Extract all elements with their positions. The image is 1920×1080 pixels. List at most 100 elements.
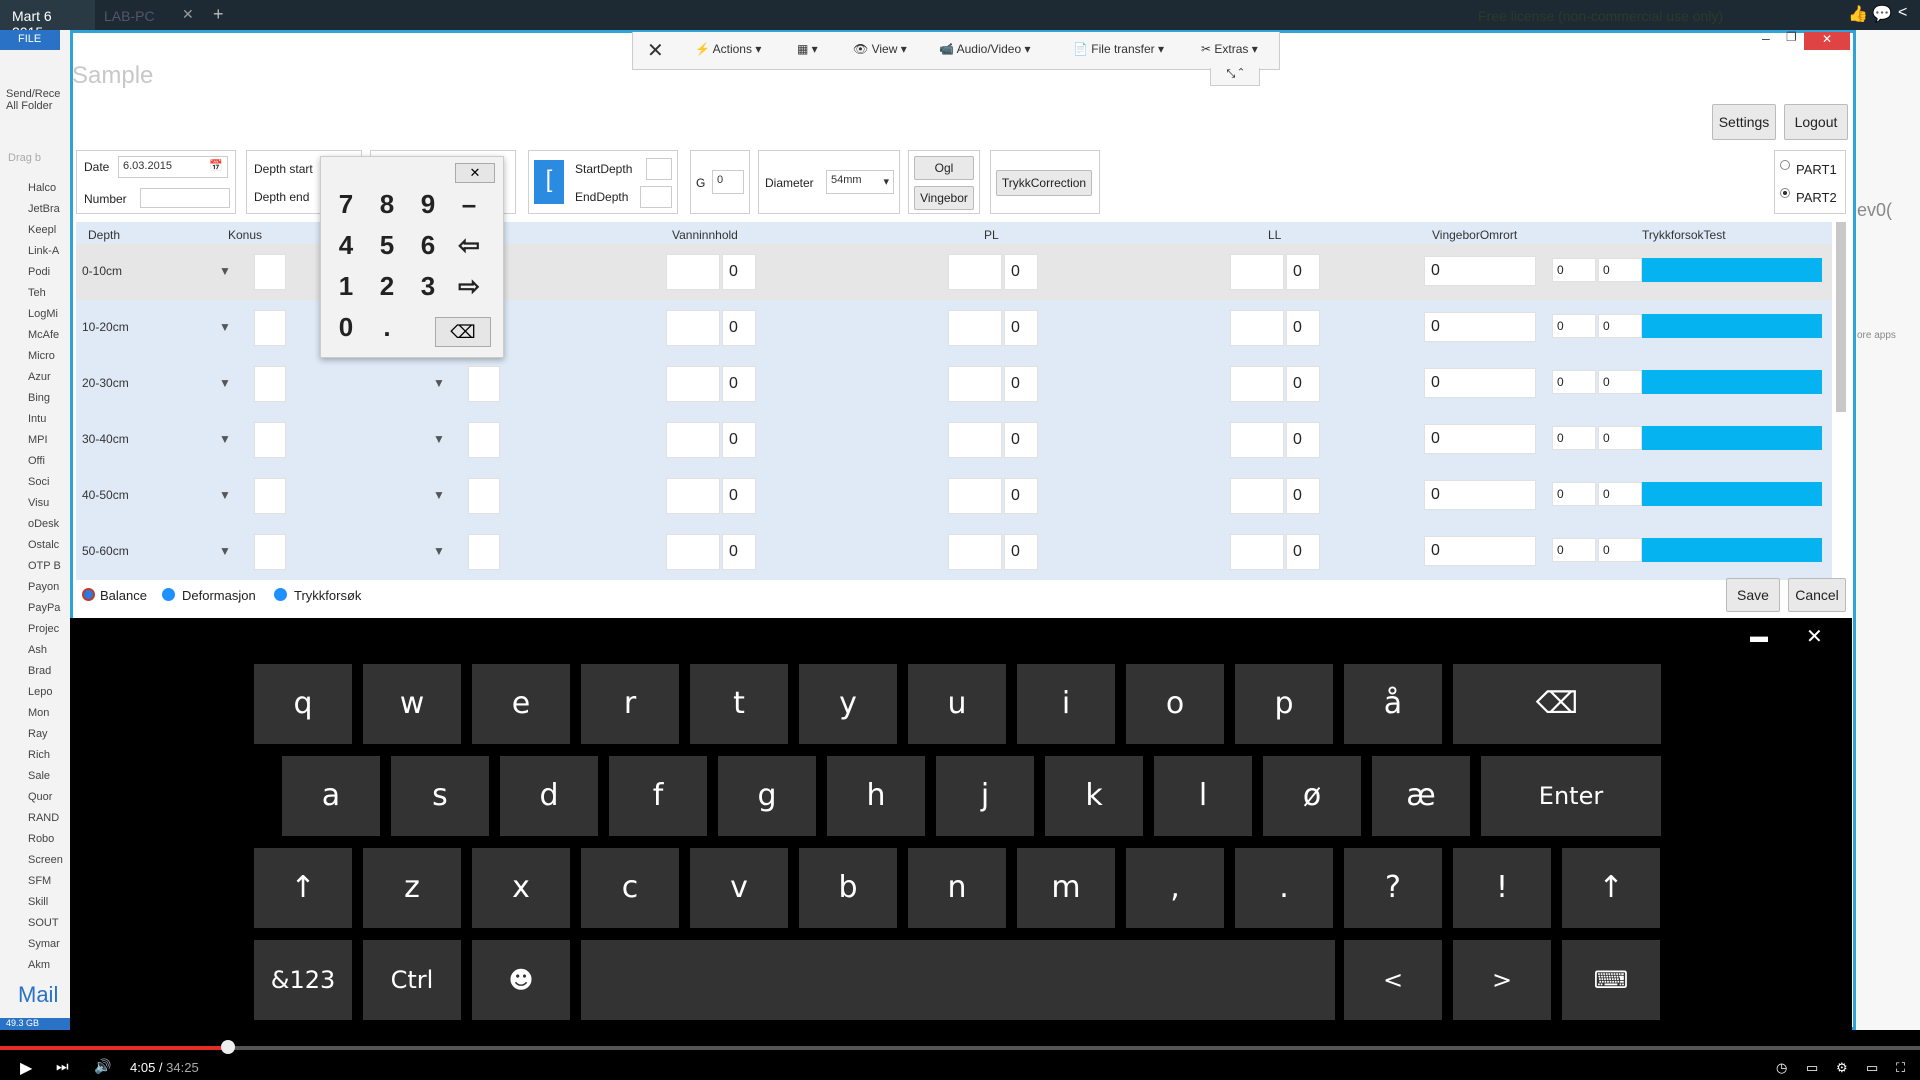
secondary-field[interactable] [468, 422, 500, 458]
key[interactable]: k [1045, 756, 1143, 836]
konus-dropdown[interactable]: ▼ [204, 478, 246, 514]
play-icon[interactable]: ▶ [20, 1058, 32, 1078]
key[interactable]: e [472, 664, 570, 744]
key[interactable]: o [1126, 664, 1224, 744]
next-icon[interactable]: ⏭ [56, 1058, 69, 1075]
start-depth-field[interactable] [646, 158, 672, 180]
folder-item[interactable]: Bing [28, 392, 50, 404]
konus-field[interactable] [254, 422, 286, 458]
ll-value[interactable]: 0 [1286, 422, 1320, 458]
pl-value[interactable]: 0 [1004, 422, 1038, 458]
folder-item[interactable]: Brad [28, 665, 51, 677]
key[interactable]: n [908, 848, 1006, 928]
tab-active[interactable]: Mart 6 2015 [0, 0, 95, 40]
shift-key[interactable]: ↑ [254, 848, 352, 928]
video-progress-knob[interactable] [221, 1040, 235, 1054]
folder-item[interactable]: Intu [28, 413, 46, 425]
share-icon[interactable]: < [1898, 4, 1907, 22]
audio-video-menu[interactable]: 📹 Audio/Video ▾ [939, 42, 1030, 56]
window-close-button[interactable]: ✕ [1804, 32, 1850, 50]
keyboard-layout-key[interactable]: ⌨ [1562, 940, 1660, 1020]
fullscreen-icon[interactable]: ⛶ [1896, 1060, 1905, 1076]
trykk-value-2[interactable]: 0 [1598, 370, 1642, 394]
trykk-value-2[interactable]: 0 [1598, 482, 1642, 506]
numpad-key[interactable]: 1 [329, 269, 363, 303]
key[interactable]: g [718, 756, 816, 836]
new-tab-icon[interactable]: + [213, 4, 224, 25]
folder-item[interactable]: Lepo [28, 686, 52, 698]
key[interactable]: p [1235, 664, 1333, 744]
theater-icon[interactable]: ▭ [1866, 1060, 1878, 1076]
key[interactable]: s [391, 756, 489, 836]
vann-input[interactable] [666, 478, 720, 514]
ll-input[interactable] [1230, 310, 1284, 346]
folder-item[interactable]: Visu [28, 497, 49, 509]
folder-item[interactable]: Quor [28, 791, 52, 803]
vingebor-value[interactable]: 0 [1424, 368, 1536, 398]
vingebor-value[interactable]: 0 [1424, 480, 1536, 510]
numpad-key[interactable]: 9 [411, 187, 445, 221]
legend-dot-deformasjon[interactable] [162, 588, 175, 601]
secondary-dropdown[interactable]: ▼ [418, 478, 460, 514]
folder-item[interactable]: LogMi [28, 308, 58, 320]
logout-button[interactable]: Logout [1784, 104, 1848, 140]
secondary-field[interactable] [468, 534, 500, 570]
key[interactable]: , [1126, 848, 1224, 928]
g-field[interactable]: 0 [712, 170, 744, 194]
vann-value[interactable]: 0 [722, 254, 756, 290]
pl-input[interactable] [948, 254, 1002, 290]
trykk-value-2[interactable]: 0 [1598, 314, 1642, 338]
key[interactable]: m [1017, 848, 1115, 928]
keyboard-close-icon[interactable]: ✕ [1806, 624, 1823, 649]
folder-item[interactable]: Ash [28, 644, 47, 656]
vann-value[interactable]: 0 [722, 422, 756, 458]
extras-menu[interactable]: ✂ Extras ▾ [1201, 42, 1258, 56]
vann-input[interactable] [666, 534, 720, 570]
vann-value[interactable]: 0 [722, 310, 756, 346]
secondary-field[interactable] [468, 478, 500, 514]
file-transfer-menu[interactable]: 📄 File transfer ▾ [1073, 42, 1164, 56]
numpad-key[interactable]: 7 [329, 187, 363, 221]
ll-value[interactable]: 0 [1286, 534, 1320, 570]
pl-input[interactable] [948, 478, 1002, 514]
folder-item[interactable]: Podi [28, 266, 50, 278]
key[interactable]: å [1344, 664, 1442, 744]
mail-label[interactable]: Mail [18, 982, 58, 1008]
trykk-value-1[interactable]: 0 [1552, 258, 1596, 282]
trykk-value-1[interactable]: 0 [1552, 482, 1596, 506]
numpad-key[interactable]: ⇦ [452, 228, 486, 262]
pl-value[interactable]: 0 [1004, 254, 1038, 290]
key[interactable]: ! [1453, 848, 1551, 928]
folder-item[interactable]: Mon [28, 707, 49, 719]
key[interactable]: ø [1263, 756, 1361, 836]
ctrl-key[interactable]: Ctrl [363, 940, 461, 1020]
send-receive-label[interactable]: Send/Rece All Folder [6, 88, 66, 112]
space-key[interactable] [581, 940, 1335, 1020]
trykk-value-2[interactable]: 0 [1598, 538, 1642, 562]
vann-input[interactable] [666, 422, 720, 458]
folder-item[interactable]: Screen [28, 854, 63, 866]
vann-input[interactable] [666, 310, 720, 346]
view-menu[interactable]: 👁 View ▾ [853, 42, 907, 56]
konus-field[interactable] [254, 310, 286, 346]
save-button[interactable]: Save [1726, 578, 1780, 612]
trykk-correction-button[interactable]: TrykkCorrection [996, 170, 1092, 196]
key[interactable]: f [609, 756, 707, 836]
key[interactable]: q [254, 664, 352, 744]
key[interactable]: a [282, 756, 380, 836]
konus-dropdown[interactable]: ▼ [204, 534, 246, 570]
numpad-key[interactable]: . [370, 310, 404, 344]
pl-value[interactable]: 0 [1004, 366, 1038, 402]
numpad-key[interactable]: 3 [411, 269, 445, 303]
key[interactable]: j [936, 756, 1034, 836]
key[interactable]: t [690, 664, 788, 744]
vingebor-value[interactable]: 0 [1424, 424, 1536, 454]
ll-value[interactable]: 0 [1286, 366, 1320, 402]
secondary-dropdown[interactable]: ▼ [418, 366, 460, 402]
enter-key[interactable]: Enter [1481, 756, 1661, 836]
pl-value[interactable]: 0 [1004, 534, 1038, 570]
trykk-value-1[interactable]: 0 [1552, 538, 1596, 562]
cancel-button[interactable]: Cancel [1788, 578, 1846, 612]
vann-value[interactable]: 0 [722, 478, 756, 514]
trykk-value-2[interactable]: 0 [1598, 258, 1642, 282]
